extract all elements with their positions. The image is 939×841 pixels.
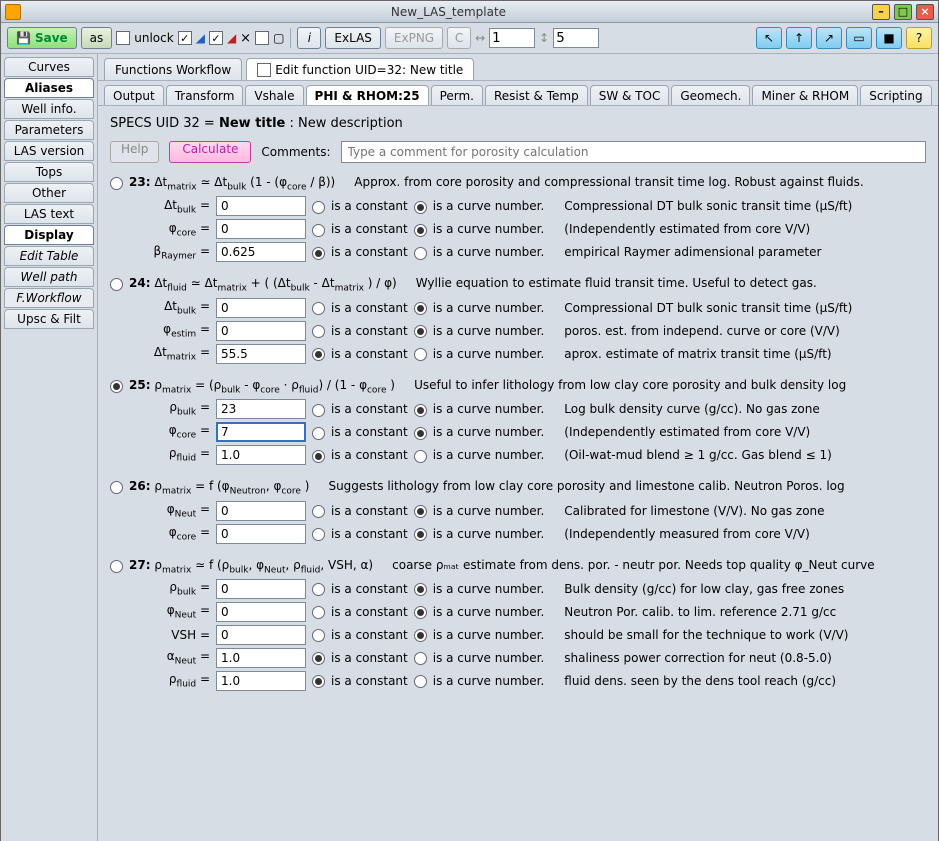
tab-edit-function[interactable]: Edit function UID=32: New title <box>246 58 474 80</box>
input-25-bulk[interactable] <box>216 399 306 419</box>
maximize-button[interactable]: □ <box>894 4 912 20</box>
input-27-fluid[interactable] <box>216 671 306 691</box>
radio-eq24[interactable] <box>110 278 123 291</box>
sidebar-item-tops[interactable]: Tops <box>4 162 94 182</box>
input-24-bulk[interactable] <box>216 298 306 318</box>
r-23-2c[interactable] <box>312 224 325 237</box>
sidebar-item-display[interactable]: Display <box>4 225 94 245</box>
tab-checkbox[interactable] <box>257 63 271 77</box>
unlock-checkbox[interactable] <box>116 31 130 45</box>
r-23-1c[interactable] <box>312 201 325 214</box>
c-button[interactable]: C <box>447 27 471 49</box>
subtab-scripting[interactable]: Scripting <box>860 85 931 105</box>
help-button[interactable]: ? <box>906 27 932 49</box>
r-23-1v[interactable] <box>414 201 427 214</box>
input-24-matrix[interactable] <box>216 344 306 364</box>
sidebar-item-wellinfo[interactable]: Well info. <box>4 99 94 119</box>
rect-button[interactable]: ▭ <box>846 27 872 49</box>
sidebar-item-aliases[interactable]: Aliases <box>4 78 94 98</box>
input-27-vsh[interactable] <box>216 625 306 645</box>
subtab-resist[interactable]: Resist & Temp <box>485 85 588 105</box>
arrow-up-button[interactable]: ↑ <box>786 27 812 49</box>
spin-v[interactable] <box>553 28 599 48</box>
subtab-transform[interactable]: Transform <box>166 85 244 105</box>
sidebar-item-upsc[interactable]: Upsc & Filt <box>4 309 94 329</box>
subtab-phi-rhom[interactable]: PHI & RHOM:25 <box>306 85 429 105</box>
comments-label: Comments: <box>261 145 330 159</box>
times-label: × <box>240 31 251 46</box>
subtab-vshale[interactable]: Vshale <box>245 85 303 105</box>
sidebar-item-lasversion[interactable]: LAS version <box>4 141 94 161</box>
triangle-icon-blue: ◢ <box>196 31 205 45</box>
subtab-perm[interactable]: Perm. <box>431 85 483 105</box>
subtab-output[interactable]: Output <box>104 85 164 105</box>
square-button[interactable]: ■ <box>876 27 902 49</box>
input-23-bulk[interactable] <box>216 196 306 216</box>
spec-line: SPECS UID 32 = New title : New descripti… <box>110 116 926 131</box>
input-27-bulk[interactable] <box>216 579 306 599</box>
save-icon: 💾 <box>16 31 31 45</box>
input-23-beta[interactable] <box>216 242 306 262</box>
arrow-nw-button[interactable]: ↖ <box>756 27 782 49</box>
triangle-icon-red: ◢ <box>227 31 236 45</box>
arrow-v-icon: ↕ <box>539 31 549 45</box>
sidebar-item-parameters[interactable]: Parameters <box>4 120 94 140</box>
square-icon: ▢ <box>273 31 284 45</box>
input-25-core[interactable] <box>216 422 306 442</box>
subtab-miner[interactable]: Miner & RHOM <box>752 85 858 105</box>
comments-input[interactable] <box>341 141 927 163</box>
save-as-button[interactable]: as <box>81 27 113 49</box>
arrow-ne-button[interactable]: ↗ <box>816 27 842 49</box>
unlock-label: unlock <box>134 31 173 45</box>
radio-eq25[interactable] <box>110 380 123 393</box>
sidebar-item-wellpath[interactable]: Well path <box>4 267 94 287</box>
info-button[interactable]: i <box>297 27 321 49</box>
spin-h[interactable] <box>489 28 535 48</box>
sidebar-item-other[interactable]: Other <box>4 183 94 203</box>
check-3[interactable] <box>255 31 269 45</box>
sidebar-item-lastext[interactable]: LAS text <box>4 204 94 224</box>
sidebar: Curves Aliases Well info. Parameters LAS… <box>1 54 98 841</box>
check-2[interactable]: ✓ <box>209 31 223 45</box>
minimize-button[interactable]: – <box>872 4 890 20</box>
input-25-fluid[interactable] <box>216 445 306 465</box>
exlas-button[interactable]: ExLAS <box>325 27 380 49</box>
main-pane: SPECS UID 32 = New title : New descripti… <box>98 106 938 841</box>
expng-button[interactable]: ExPNG <box>385 27 443 49</box>
tab-functions-workflow[interactable]: Functions Workflow <box>104 58 242 80</box>
radio-eq26[interactable] <box>110 481 123 494</box>
subtab-geomech[interactable]: Geomech. <box>671 85 750 105</box>
top-tabrow: Functions Workflow Edit function UID=32:… <box>98 54 938 81</box>
input-27-neut[interactable] <box>216 602 306 622</box>
input-26-neut[interactable] <box>216 501 306 521</box>
close-button[interactable]: × <box>916 4 934 20</box>
input-24-estim[interactable] <box>216 321 306 341</box>
radio-eq27[interactable] <box>110 560 123 573</box>
save-button[interactable]: 💾Save <box>7 27 77 49</box>
input-23-core[interactable] <box>216 219 306 239</box>
input-26-core[interactable] <box>216 524 306 544</box>
r-23-3c[interactable] <box>312 247 325 260</box>
sub-tabrow: Output Transform Vshale PHI & RHOM:25 Pe… <box>98 81 938 106</box>
titlebar: New_LAS_template – □ × <box>1 1 938 23</box>
arrow-h-icon: ↔ <box>475 31 485 45</box>
sidebar-item-edittable[interactable]: Edit Table <box>4 246 94 266</box>
r-23-3v[interactable] <box>414 247 427 260</box>
calculate-button[interactable]: Calculate <box>169 141 251 163</box>
app-icon <box>5 4 21 20</box>
toolbar: 💾Save as unlock ✓◢ ✓◢ × ▢ i ExLAS ExPNG … <box>1 23 938 54</box>
sidebar-item-curves[interactable]: Curves <box>4 57 94 77</box>
input-27-alpha[interactable] <box>216 648 306 668</box>
subtab-sw-toc[interactable]: SW & TOC <box>590 85 670 105</box>
sidebar-item-fworkflow[interactable]: F.Workflow <box>4 288 94 308</box>
r-23-2v[interactable] <box>414 224 427 237</box>
window-title: New_LAS_template <box>25 5 872 19</box>
window: New_LAS_template – □ × 💾Save as unlock ✓… <box>0 0 939 841</box>
radio-eq23[interactable] <box>110 177 123 190</box>
help-btn[interactable]: Help <box>110 141 159 163</box>
check-1[interactable]: ✓ <box>178 31 192 45</box>
